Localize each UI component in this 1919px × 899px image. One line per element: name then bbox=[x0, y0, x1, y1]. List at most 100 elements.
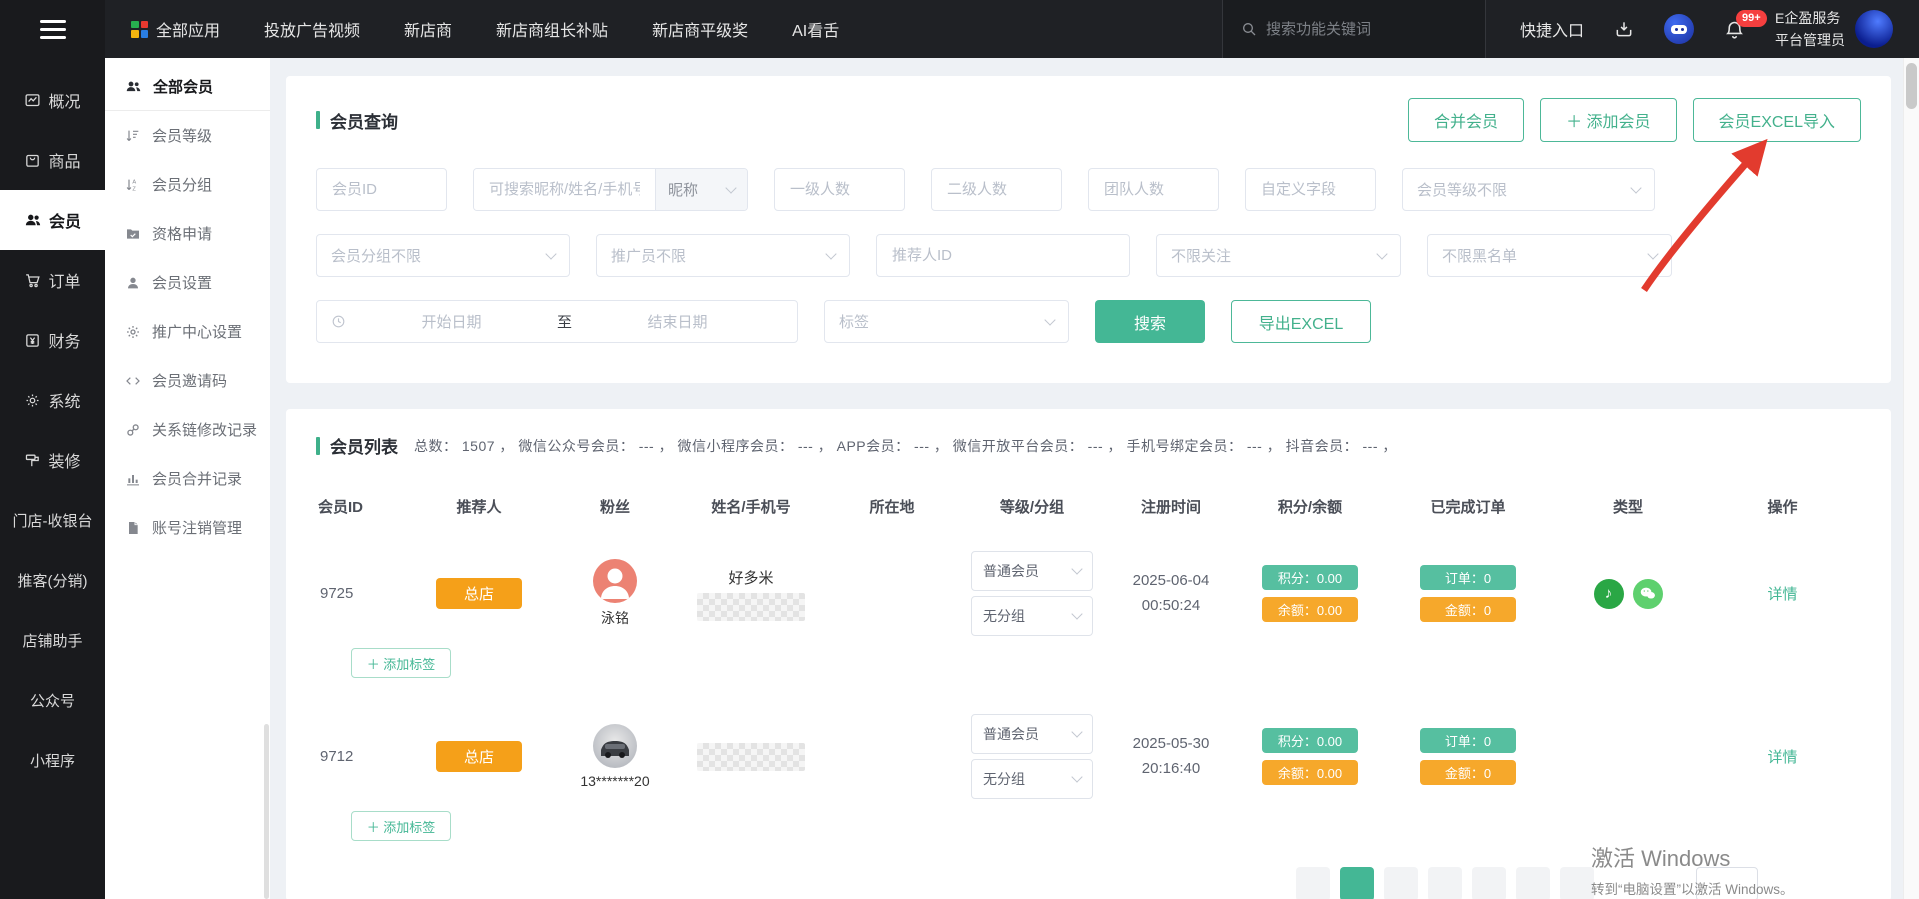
account-service-name: E企盈服务 bbox=[1775, 7, 1845, 29]
submenu-item-member-level[interactable]: 会员等级 bbox=[105, 111, 270, 160]
merge-member-button[interactable]: 合并会员 bbox=[1408, 98, 1524, 142]
page-button[interactable] bbox=[1560, 867, 1594, 899]
sidebar-item-orders[interactable]: 订单 bbox=[0, 250, 105, 310]
custom-field-input[interactable] bbox=[1245, 168, 1376, 211]
fan-avatar bbox=[593, 559, 637, 603]
sidebar-item-goods[interactable]: 商品 bbox=[0, 130, 105, 190]
page-button-active[interactable] bbox=[1340, 867, 1374, 899]
link-icon bbox=[125, 422, 141, 438]
topbar-search[interactable] bbox=[1222, 0, 1486, 58]
tag-select[interactable]: 标签 bbox=[824, 300, 1069, 343]
page-button[interactable] bbox=[1296, 867, 1330, 899]
member-level-select[interactable]: 会员等级不限 bbox=[1402, 168, 1655, 211]
member-excel-import-button[interactable]: 会员EXCEL导入 bbox=[1693, 98, 1861, 142]
submenu-item-account-cancel[interactable]: 账号注销管理 bbox=[105, 503, 270, 552]
quick-entry-link[interactable]: 快捷入口 bbox=[1520, 17, 1584, 41]
submenu-item-qualification[interactable]: 资格申请 bbox=[105, 209, 270, 258]
blurred-phone bbox=[697, 593, 805, 621]
member-group-select[interactable]: 会员分组不限 bbox=[316, 234, 570, 277]
douyin-icon[interactable]: ♪ bbox=[1594, 579, 1624, 609]
promoter-select[interactable]: 推广员不限 bbox=[596, 234, 850, 277]
register-time: 00:50:24 bbox=[1142, 594, 1200, 619]
sidebar-item-decorate[interactable]: 装修 bbox=[0, 430, 105, 490]
sidebar-item-finance[interactable]: 财务 bbox=[0, 310, 105, 370]
fan-name: 泳铭 bbox=[601, 608, 629, 628]
chevron-down-icon bbox=[1071, 608, 1082, 619]
sidebar-item-shop-assistant[interactable]: 店铺助手 bbox=[0, 610, 105, 670]
code-icon bbox=[125, 373, 141, 389]
search-input[interactable] bbox=[1266, 21, 1467, 38]
add-tag-button[interactable]: ＋ 添加标签 bbox=[351, 811, 451, 841]
page-size-select[interactable] bbox=[1696, 867, 1758, 899]
title-accent-bar bbox=[316, 437, 320, 455]
add-member-button[interactable]: ＋ 添加会员 bbox=[1540, 98, 1676, 142]
add-tag-button[interactable]: ＋ 添加标签 bbox=[351, 648, 451, 678]
nav-ad-video[interactable]: 投放广告视频 bbox=[264, 17, 360, 41]
page-button[interactable] bbox=[1428, 867, 1462, 899]
follow-select[interactable]: 不限关注 bbox=[1156, 234, 1401, 277]
nav-peer-award[interactable]: 新店商平级奖 bbox=[652, 17, 748, 41]
page-button[interactable] bbox=[1516, 867, 1550, 899]
level-sort-icon bbox=[125, 128, 141, 144]
amount-badge: 金额：0 bbox=[1420, 760, 1516, 785]
sidebar-item-official-account[interactable]: 公众号 bbox=[0, 670, 105, 730]
download-icon[interactable] bbox=[1614, 19, 1634, 39]
system-gear-icon bbox=[24, 392, 41, 409]
sidebar-item-members[interactable]: 会员 bbox=[0, 190, 105, 250]
level-select[interactable]: 普通会员 bbox=[971, 714, 1093, 754]
page-button[interactable] bbox=[1384, 867, 1418, 899]
sidebar-item-overview[interactable]: 概况 bbox=[0, 70, 105, 130]
sidebar-item-mini-program[interactable]: 小程序 bbox=[0, 730, 105, 790]
scrollbar-thumb[interactable] bbox=[1906, 63, 1917, 109]
submenu-item-relation-log[interactable]: 关系链修改记录 bbox=[105, 405, 270, 454]
page-button[interactable] bbox=[1472, 867, 1506, 899]
account-area[interactable]: E企盈服务 平台管理员 bbox=[1775, 7, 1893, 52]
date-range-picker[interactable]: 开始日期 至 结束日期 bbox=[316, 300, 798, 343]
nav-leader-subsidy[interactable]: 新店商组长补贴 bbox=[496, 17, 608, 41]
nav-all-apps[interactable]: 全部应用 bbox=[131, 17, 220, 41]
vertical-scrollbar[interactable] bbox=[1903, 58, 1919, 899]
referrer-id-input[interactable] bbox=[876, 234, 1130, 277]
nav-ai-tongue[interactable]: AI看舌 bbox=[792, 17, 839, 41]
nav-new-shop[interactable]: 新店商 bbox=[404, 17, 452, 41]
chevron-down-icon bbox=[545, 248, 556, 259]
orders-badge: 订单：0 bbox=[1420, 728, 1516, 753]
submenu-item-member-group[interactable]: AZ 会员分组 bbox=[105, 160, 270, 209]
level2-count-input[interactable] bbox=[931, 168, 1062, 211]
folder-check-icon bbox=[125, 226, 141, 242]
submenu-item-member-settings[interactable]: 会员设置 bbox=[105, 258, 270, 307]
chevron-down-icon bbox=[1071, 563, 1082, 574]
level1-count-input[interactable] bbox=[774, 168, 905, 211]
wechat-icon[interactable] bbox=[1633, 579, 1663, 609]
detail-link[interactable]: 详情 bbox=[1767, 746, 1797, 767]
detail-link[interactable]: 详情 bbox=[1767, 583, 1797, 604]
search-button[interactable]: 搜索 bbox=[1095, 300, 1205, 343]
submenu-item-invite-code[interactable]: 会员邀请码 bbox=[105, 356, 270, 405]
level-select[interactable]: 普通会员 bbox=[971, 551, 1093, 591]
blacklist-select[interactable]: 不限黑名单 bbox=[1427, 234, 1672, 277]
sidebar-item-pos[interactable]: 门店-收银台 bbox=[0, 490, 105, 550]
group-select[interactable]: 无分组 bbox=[971, 596, 1093, 636]
end-date-field[interactable]: 结束日期 bbox=[572, 311, 783, 332]
submenu-scrollbar[interactable] bbox=[264, 724, 269, 899]
keyword-input[interactable] bbox=[474, 169, 655, 210]
register-time: 20:16:40 bbox=[1142, 757, 1200, 782]
avatar[interactable] bbox=[1855, 10, 1893, 48]
submenu-item-merge-log[interactable]: 会员合并记录 bbox=[105, 454, 270, 503]
file-icon bbox=[125, 520, 141, 536]
keyword-type-select[interactable]: 昵称 bbox=[655, 169, 747, 210]
team-count-input[interactable] bbox=[1088, 168, 1219, 211]
submenu-item-all-members[interactable]: 全部会员 bbox=[105, 62, 270, 111]
member-id-input[interactable] bbox=[316, 168, 447, 211]
start-date-field[interactable]: 开始日期 bbox=[346, 311, 557, 332]
submenu-item-promotion-settings[interactable]: 推广中心设置 bbox=[105, 307, 270, 356]
fan-avatar bbox=[593, 724, 637, 768]
sidebar-item-distribution[interactable]: 推客(分销) bbox=[0, 550, 105, 610]
orders-icon bbox=[24, 272, 41, 289]
group-select[interactable]: 无分组 bbox=[971, 759, 1093, 799]
export-excel-button[interactable]: 导出EXCEL bbox=[1231, 300, 1371, 343]
sidebar-item-system[interactable]: 系统 bbox=[0, 370, 105, 430]
assistant-robot-icon[interactable] bbox=[1664, 14, 1694, 44]
notification-bell-icon[interactable]: 99+ bbox=[1724, 19, 1745, 40]
hamburger-menu-icon[interactable] bbox=[0, 0, 105, 58]
